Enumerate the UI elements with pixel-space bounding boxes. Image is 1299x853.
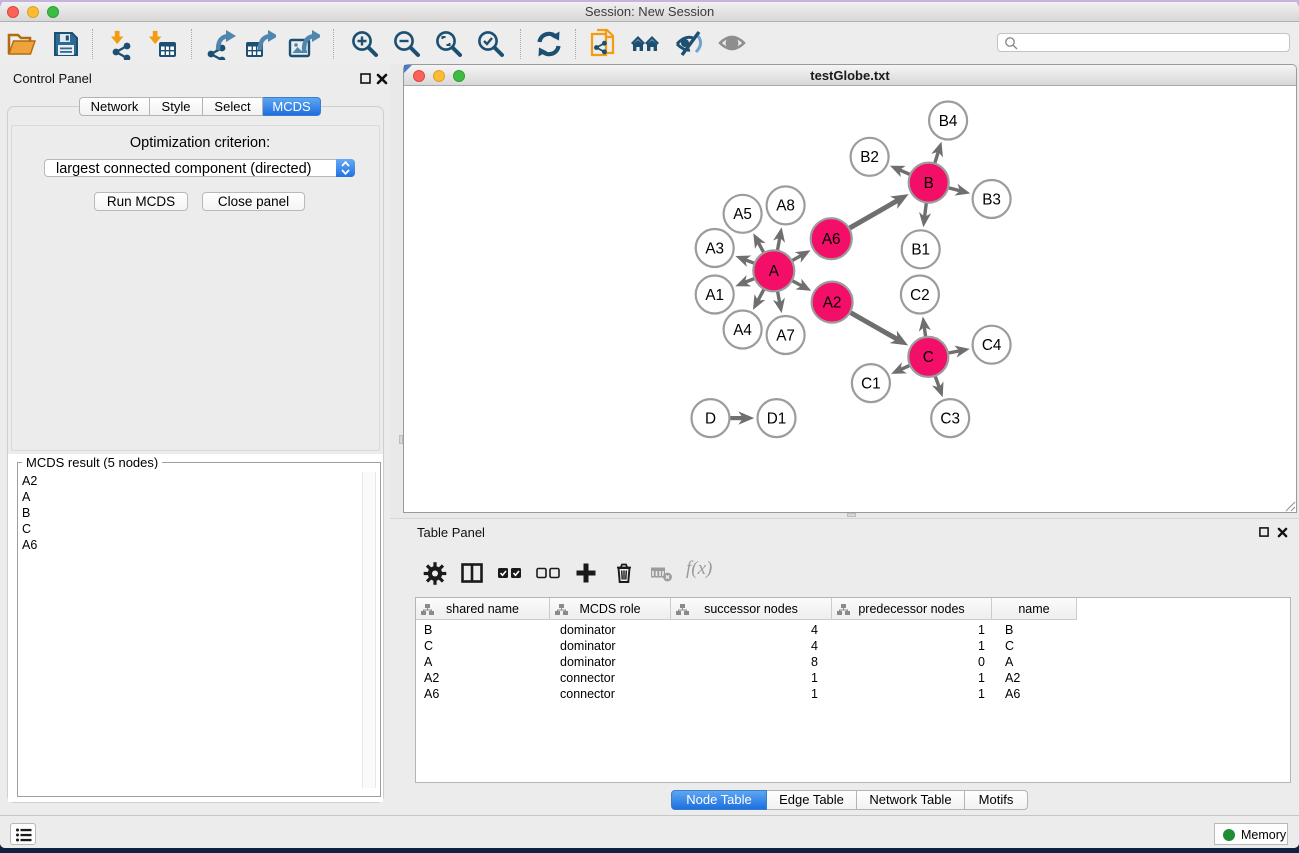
svg-text:C2: C2 — [910, 287, 930, 304]
svg-text:B4: B4 — [939, 113, 958, 130]
svg-text:B3: B3 — [982, 191, 1001, 208]
svg-text:C1: C1 — [861, 375, 881, 392]
svg-text:D1: D1 — [767, 410, 787, 427]
svg-text:A8: A8 — [776, 198, 795, 215]
svg-text:A: A — [769, 263, 780, 280]
svg-text:A4: A4 — [733, 322, 752, 339]
svg-text:A3: A3 — [705, 240, 724, 257]
svg-text:A6: A6 — [822, 231, 841, 248]
svg-text:B2: B2 — [860, 149, 879, 166]
svg-text:A7: A7 — [776, 327, 795, 344]
svg-text:A5: A5 — [733, 206, 752, 223]
svg-text:B1: B1 — [911, 242, 930, 259]
svg-text:C3: C3 — [940, 410, 960, 427]
svg-text:A1: A1 — [705, 287, 724, 304]
svg-text:B: B — [924, 175, 934, 192]
svg-text:D: D — [705, 410, 716, 427]
svg-text:C4: C4 — [982, 337, 1002, 354]
svg-text:C: C — [923, 349, 934, 366]
svg-text:A2: A2 — [823, 294, 842, 311]
